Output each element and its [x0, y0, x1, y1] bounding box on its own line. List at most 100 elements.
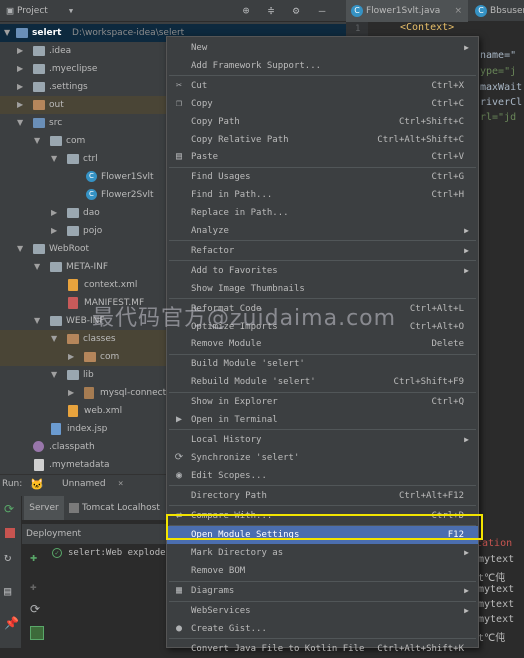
- menu-item-cut[interactable]: ✂ Cut Ctrl+X: [167, 77, 478, 95]
- menu-item-add-framework-support[interactable]: Add Framework Support...: [167, 57, 478, 75]
- console-line: mytext: [478, 614, 515, 625]
- menu-item-remove-bom[interactable]: Remove BOM: [167, 562, 478, 580]
- java-class-icon: C: [351, 5, 363, 17]
- layout-icon[interactable]: ▤: [4, 584, 11, 598]
- package-icon: [67, 154, 79, 164]
- collapse-all-icon[interactable]: ≑: [264, 4, 278, 18]
- menu-item-directory-path[interactable]: Directory Path Ctrl+Alt+F12: [167, 487, 478, 505]
- expand-arrow-icon[interactable]: ▼: [51, 330, 61, 348]
- deploy-add-icon[interactable]: ✚: [30, 550, 37, 564]
- run-config-name[interactable]: Unnamed: [62, 479, 106, 489]
- folder-icon: [33, 82, 45, 92]
- deploy-refresh-icon[interactable]: ⟳: [30, 602, 40, 616]
- expand-arrow-icon[interactable]: ▼: [51, 150, 61, 168]
- menu-item-local-history[interactable]: Local History ▶: [167, 431, 478, 449]
- expand-arrow-icon[interactable]: ▶: [17, 42, 27, 60]
- tomcat-icon: 🐱: [30, 478, 44, 491]
- expand-arrow-icon[interactable]: ▼: [51, 366, 61, 384]
- expand-arrow-icon[interactable]: ▶: [51, 222, 61, 240]
- menu-item-label: Mark Directory as: [191, 548, 284, 559]
- tree-label: index.jsp: [67, 424, 108, 434]
- expand-arrow-icon[interactable]: ▶: [17, 78, 27, 96]
- menu-item-label: Diagrams: [191, 586, 235, 597]
- menu-item-synchronize-selert[interactable]: ⟳ Synchronize 'selert': [167, 449, 478, 467]
- deploy-remove-icon[interactable]: ✚: [30, 580, 37, 593]
- expand-arrow-icon[interactable]: ▼: [34, 258, 44, 276]
- menu-item-find-usages[interactable]: Find Usages Ctrl+G: [167, 168, 478, 186]
- menu-item-analyze[interactable]: Analyze ▶: [167, 222, 478, 240]
- tab-bbsuser[interactable]: C Bbsuser: [470, 0, 524, 22]
- scopes-icon: ◉: [175, 469, 183, 481]
- expand-arrow-icon[interactable]: ▼: [34, 132, 44, 150]
- menu-item-label: Show Image Thumbnails: [191, 283, 305, 294]
- menu-item-show-image-thumbnails[interactable]: Show Image Thumbnails: [167, 280, 478, 298]
- menu-item-new[interactable]: New ▶: [167, 39, 478, 57]
- dropdown-chevron-icon[interactable]: ▼: [64, 4, 78, 18]
- tree-label: .idea: [49, 46, 72, 56]
- menu-item-shortcut: Ctrl+Alt+O: [409, 321, 464, 332]
- menu-item-label: Add to Favorites: [191, 265, 278, 276]
- menu-item-open-in-terminal[interactable]: ▶ Open in Terminal: [167, 411, 478, 429]
- expand-arrow-icon[interactable]: ▼: [34, 312, 44, 330]
- menu-item-show-in-explorer[interactable]: Show in Explorer Ctrl+Q: [167, 393, 478, 411]
- tab-tomcat-localhost[interactable]: Tomcat Localhost: [82, 496, 160, 520]
- check-icon: ✓: [52, 548, 62, 558]
- paste-icon: ▤: [175, 151, 183, 163]
- menu-item-add-to-favorites[interactable]: Add to Favorites ▶: [167, 262, 478, 280]
- folder-icon: [33, 46, 45, 56]
- expand-arrow-icon[interactable]: ▶: [51, 204, 61, 222]
- expand-arrow-icon[interactable]: ▼: [4, 24, 14, 42]
- tab-server[interactable]: Server: [24, 496, 64, 520]
- deployment-item[interactable]: ✓ selert:Web exploded: [52, 545, 172, 561]
- menu-item-webservices[interactable]: WebServices ▶: [167, 602, 478, 620]
- tree-label: META-INF: [66, 262, 109, 272]
- close-icon[interactable]: ×: [118, 479, 123, 489]
- expand-arrow-icon[interactable]: ▶: [68, 384, 78, 402]
- console-line: t℃伅: [478, 573, 506, 584]
- menu-item-find-in-path[interactable]: Find in Path... Ctrl+H: [167, 186, 478, 204]
- rerun-icon[interactable]: ⟳: [4, 502, 14, 516]
- hide-panel-icon[interactable]: —: [315, 4, 329, 18]
- sync-icon: ⟳: [174, 451, 184, 463]
- deploy-artifact-icon[interactable]: [30, 626, 44, 640]
- excluded-folder-icon: [67, 334, 79, 344]
- restart-icon[interactable]: ↻: [4, 550, 11, 564]
- submenu-arrow-icon: ▶: [464, 434, 469, 444]
- expand-arrow-icon[interactable]: ▶: [68, 348, 78, 366]
- scroll-from-source-icon[interactable]: ⊕: [239, 4, 253, 18]
- menu-item-paste[interactable]: ▤ Paste Ctrl+V: [167, 148, 478, 166]
- pin-icon[interactable]: 📌: [4, 616, 19, 630]
- tree-label: Flower1Svlt: [101, 172, 154, 182]
- menu-item-mark-directory-as[interactable]: Mark Directory as ▶: [167, 544, 478, 562]
- menu-item-replace-in-path[interactable]: Replace in Path...: [167, 204, 478, 222]
- expand-arrow-icon[interactable]: ▼: [17, 114, 27, 132]
- menu-item-copy-path[interactable]: Copy Path Ctrl+Shift+C: [167, 113, 478, 131]
- menu-item-copy[interactable]: ❐ Copy Ctrl+C: [167, 95, 478, 113]
- project-panel-title[interactable]: Project: [17, 6, 48, 16]
- package-icon: [50, 136, 62, 146]
- expand-arrow-icon[interactable]: ▶: [17, 96, 27, 114]
- tree-label: .mymetadata: [49, 460, 110, 470]
- menu-item-remove-module[interactable]: Remove Module Delete: [167, 335, 478, 353]
- log-icon: [69, 503, 79, 513]
- menu-item-rebuild-module-selert[interactable]: Rebuild Module 'selert' Ctrl+Shift+F9: [167, 373, 478, 391]
- menu-item-create-gist[interactable]: ● Create Gist...: [167, 620, 478, 638]
- menu-item-diagrams[interactable]: ▦ Diagrams ▶: [167, 582, 478, 600]
- project-view-icon[interactable]: ▣: [3, 4, 17, 18]
- tab-flower1svlt[interactable]: C Flower1Svlt.java ×: [346, 0, 468, 22]
- stop-icon[interactable]: [5, 528, 15, 538]
- close-icon[interactable]: ×: [454, 0, 462, 22]
- menu-item-label: Local History: [191, 434, 262, 445]
- line-number: 1: [355, 24, 361, 34]
- expand-arrow-icon[interactable]: ▼: [17, 240, 27, 258]
- console-line: mytext: [478, 599, 515, 610]
- menu-item-copy-relative-path[interactable]: Copy Relative Path Ctrl+Alt+Shift+C: [167, 131, 478, 149]
- menu-item-refactor[interactable]: Refactor ▶: [167, 242, 478, 260]
- watermark: 最代码官方@zuidaima.com: [92, 306, 397, 331]
- menu-item-edit-scopes[interactable]: ◉ Edit Scopes...: [167, 467, 478, 485]
- gear-icon[interactable]: ⚙: [289, 4, 303, 18]
- menu-item-build-module-selert[interactable]: Build Module 'selert': [167, 355, 478, 373]
- submenu-arrow-icon: ▶: [464, 548, 469, 558]
- expand-arrow-icon[interactable]: ▶: [17, 60, 27, 78]
- menu-item-convert-java-file-to-kotlin-file[interactable]: Convert Java File to Kotlin File Ctrl+Alt…: [167, 640, 478, 658]
